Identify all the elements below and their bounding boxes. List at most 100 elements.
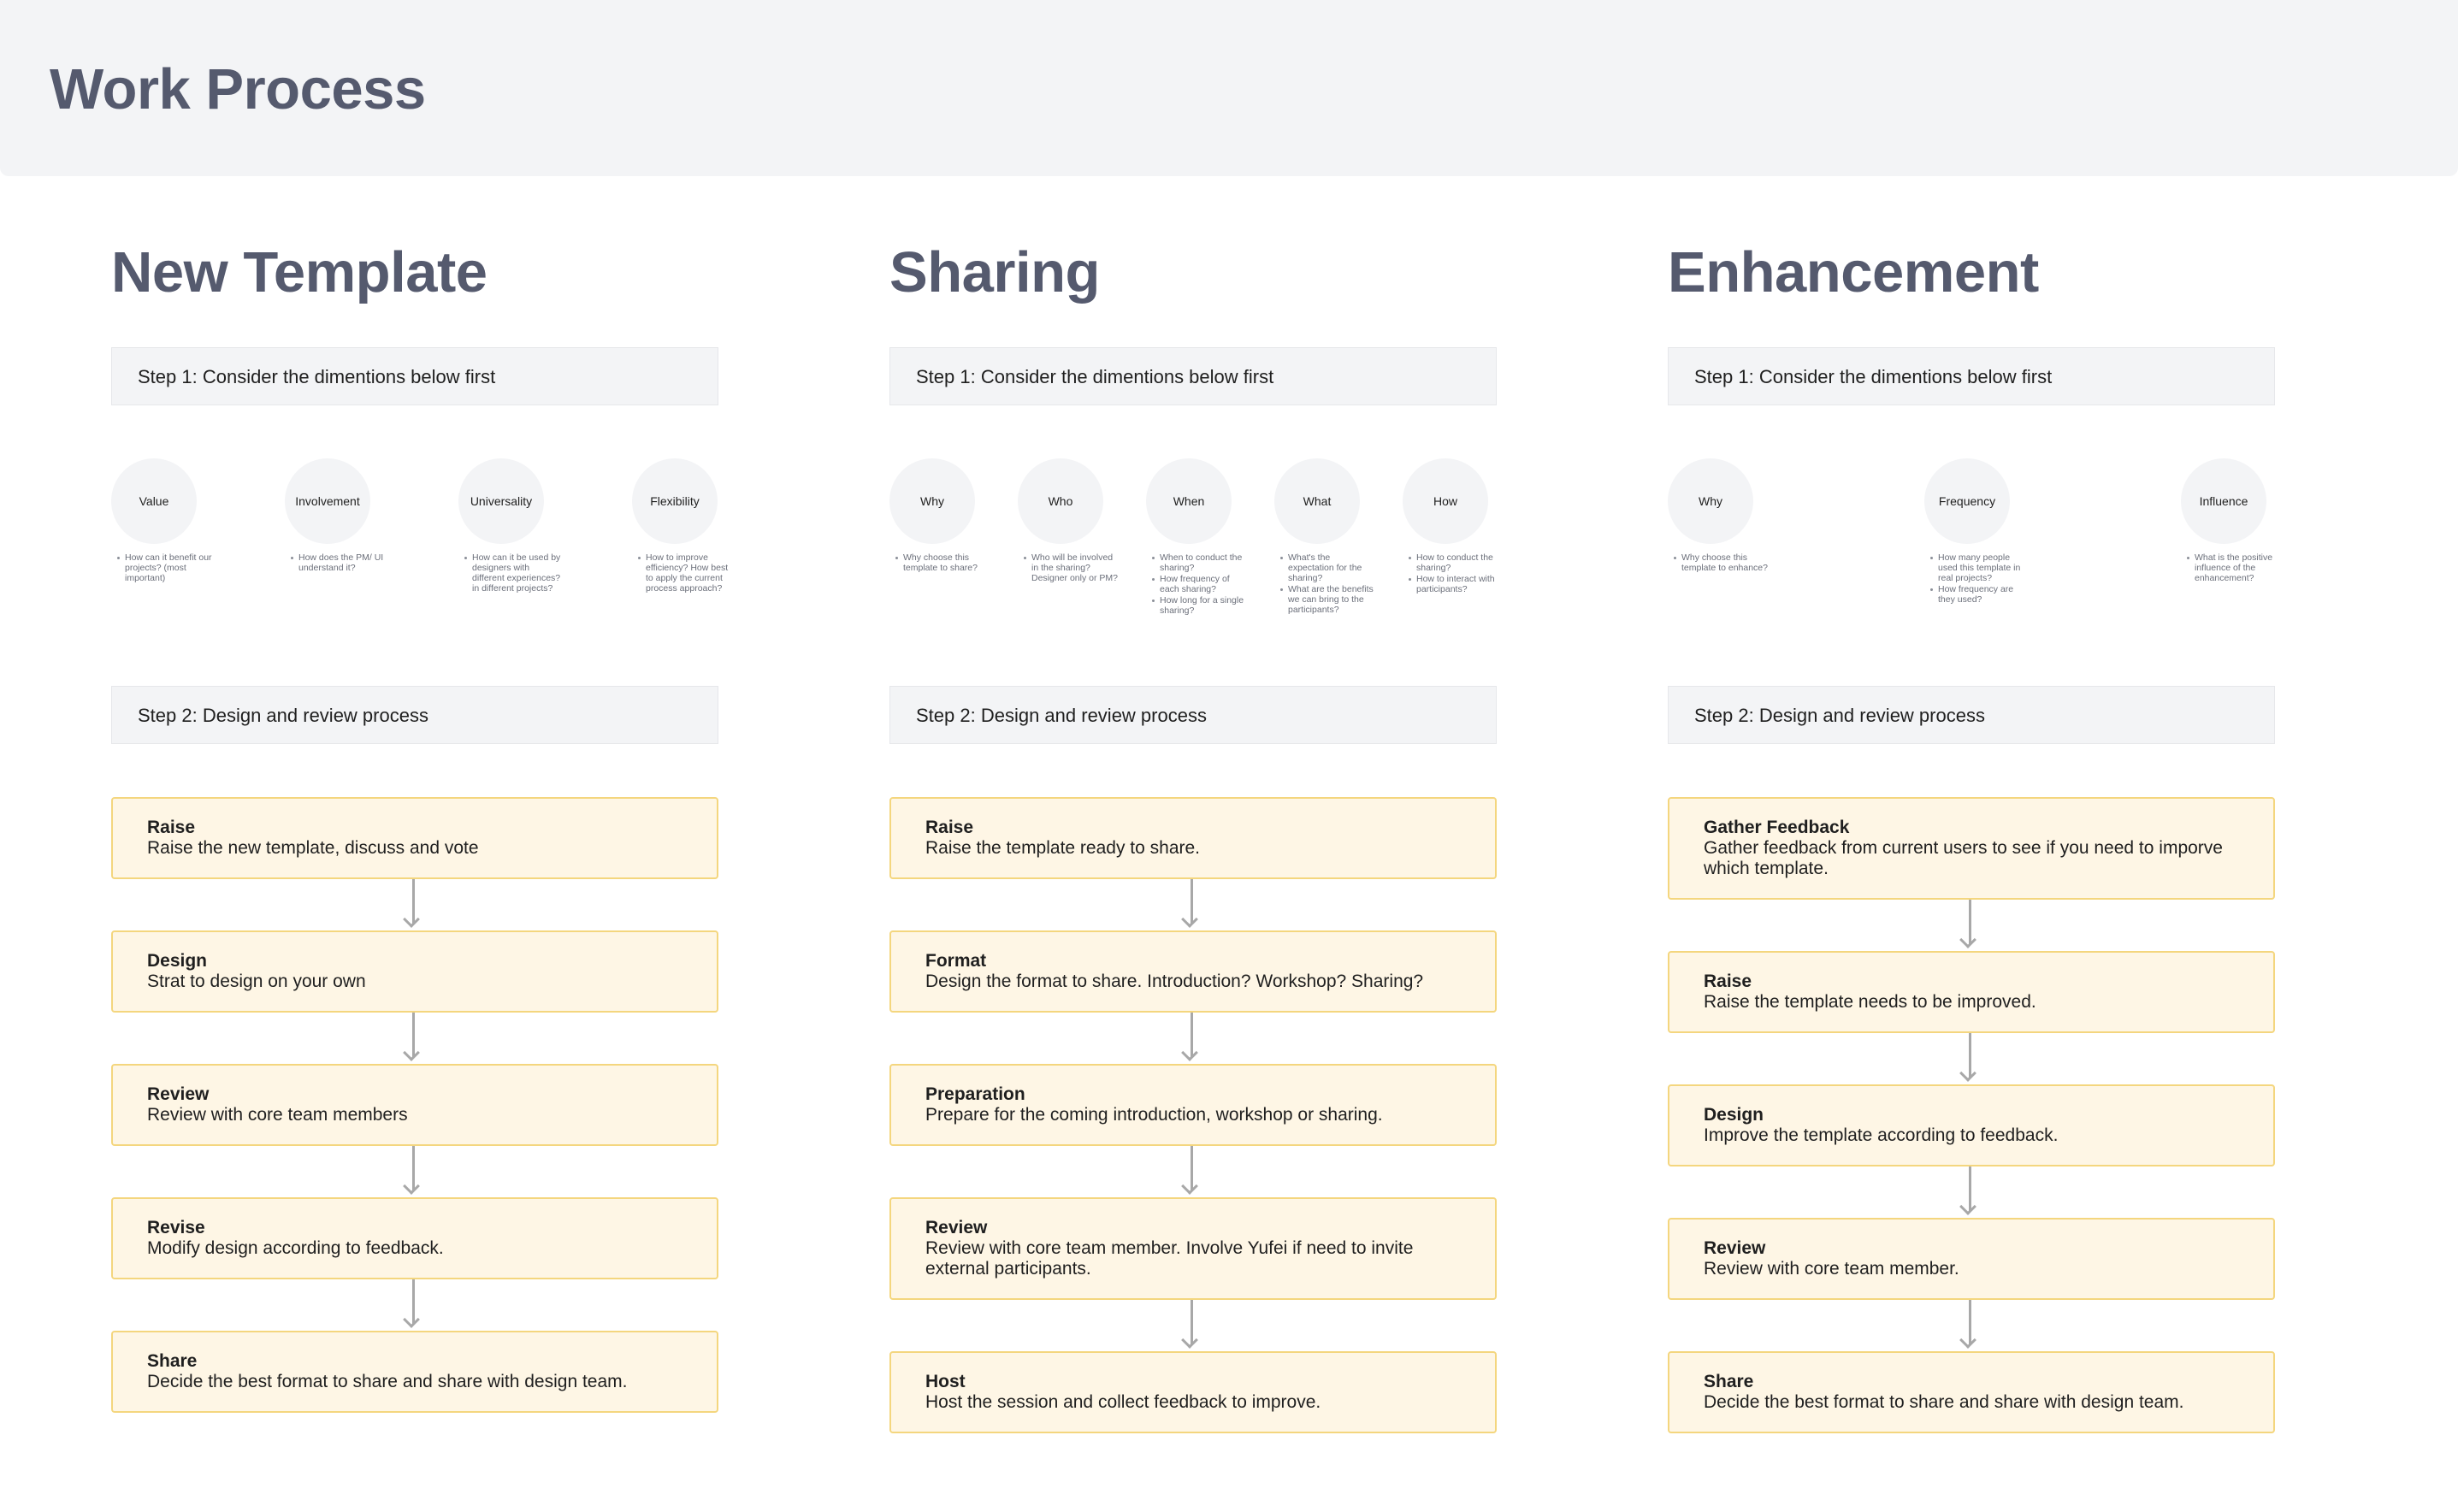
process-card-desc: Design the format to share. Introduction… [925, 972, 1424, 991]
arrow-down-icon [889, 879, 1497, 930]
dimension-bullet: What is the positive influence of the en… [2187, 552, 2284, 583]
process-card-title: Review [1704, 1238, 1766, 1258]
process-card[interactable]: Review Review with core team members [111, 1064, 718, 1146]
dimension-circle: Why [889, 458, 975, 544]
dimension-bullet: How to improve efficiency? How best to a… [638, 552, 735, 594]
dimension-bullet: How long for a single sharing? [1152, 595, 1249, 616]
arrow-down-icon [111, 1146, 718, 1197]
process-card[interactable]: Review Review with core team member. [1668, 1218, 2275, 1300]
page-title: Work Process [50, 57, 426, 121]
process-card-desc: Review with core team members [147, 1105, 408, 1125]
process-card-title: Host [925, 1372, 966, 1391]
process-card[interactable]: Share Decide the best format to share an… [111, 1331, 718, 1413]
dimension-item: Flexibility How to improve efficiency? H… [632, 458, 735, 594]
column-title: Enhancement [1668, 240, 2039, 304]
dimension-bullet: Why choose this template to enhance? [1674, 552, 1770, 573]
process-card[interactable]: Preparation Prepare for the coming intro… [889, 1064, 1497, 1146]
dimension-bullets: What's the expectation for the sharing? … [1274, 552, 1377, 615]
dimension-bullet: How to interact with participants? [1409, 574, 1505, 594]
dimension-circle: Why [1668, 458, 1753, 544]
dimensions-row: Value How can it benefit our projects? (… [111, 458, 728, 629]
dimension-item: Why Why choose this template to enhance? [1668, 458, 1770, 574]
dimension-item: How How to conduct the sharing? How to i… [1403, 458, 1505, 595]
dimension-circle: Frequency [1924, 458, 2010, 544]
process-card-desc: Gather feedback from current users to se… [1704, 838, 2223, 878]
process-card-title: Review [147, 1084, 210, 1104]
dimension-circle: How [1403, 458, 1488, 544]
page-header: Work Process [0, 0, 2458, 176]
dimension-bullet: When to conduct the sharing? [1152, 552, 1249, 573]
dimension-item: What What's the expectation for the shar… [1274, 458, 1377, 616]
arrow-down-icon [889, 1013, 1497, 1064]
process-card[interactable]: Gather Feedback Gather feedback from cur… [1668, 797, 2275, 900]
step2-header: Step 2: Design and review process [1668, 686, 2275, 744]
arrow-down-icon [111, 1013, 718, 1064]
process-card-title: Design [1704, 1105, 1764, 1125]
dimension-bullet: What's the expectation for the sharing? [1280, 552, 1377, 583]
column-title: Sharing [889, 240, 1100, 304]
dimension-circle: Flexibility [632, 458, 718, 544]
step1-header: Step 1: Consider the dimentions below fi… [111, 347, 718, 405]
process-card[interactable]: Share Decide the best format to share an… [1668, 1351, 2275, 1433]
dimension-circle: Who [1018, 458, 1103, 544]
dimensions-row: Why Why choose this template to enhance?… [1668, 458, 2275, 629]
process-card-title: Preparation [925, 1084, 1025, 1104]
dimension-bullet: How frequency of each sharing? [1152, 574, 1249, 594]
process-card[interactable]: Raise Raise the template needs to be imp… [1668, 951, 2275, 1033]
process-card-title: Design [147, 951, 208, 971]
dimension-circle: Value [111, 458, 197, 544]
process-card[interactable]: Review Review with core team member. Inv… [889, 1197, 1497, 1300]
process-card[interactable]: Raise Raise the new template, discuss an… [111, 797, 718, 879]
dimension-bullets: Why choose this template to enhance? [1668, 552, 1770, 573]
arrow-down-icon [1668, 1033, 2275, 1084]
dimension-item: Universality How can it be used by desig… [458, 458, 561, 594]
dimension-bullets: How to improve efficiency? How best to a… [632, 552, 735, 594]
process-card[interactable]: Raise Raise the template ready to share. [889, 797, 1497, 879]
dimension-bullets: Why choose this template to share? [889, 552, 992, 573]
process-card-title: Format [925, 951, 987, 971]
step1-header: Step 1: Consider the dimentions below fi… [889, 347, 1497, 405]
dimension-bullet: How to conduct the sharing? [1409, 552, 1505, 573]
process-card[interactable]: Design Strat to design on your own [111, 930, 718, 1013]
arrow-down-icon [889, 1146, 1497, 1197]
dimension-circle: What [1274, 458, 1360, 544]
process-card[interactable]: Design Improve the template according to… [1668, 1084, 2275, 1166]
dimension-bullets: Who will be involved in the sharing? Des… [1018, 552, 1120, 583]
process-card-title: Raise [147, 818, 196, 837]
process-card[interactable]: Host Host the session and collect feedba… [889, 1351, 1497, 1433]
process-card-desc: Prepare for the coming introduction, wor… [925, 1105, 1383, 1125]
column-enhancement: Enhancement Step 1: Consider the dimenti… [1668, 231, 2284, 1433]
dimension-item: Frequency How many people used this temp… [1924, 458, 2027, 605]
dimension-bullet: Why choose this template to share? [895, 552, 992, 573]
dimension-bullets: How can it benefit our projects? (most i… [111, 552, 214, 583]
process-card-title: Revise [147, 1218, 205, 1237]
process-card-title: Raise [925, 818, 974, 837]
dimension-bullets: How many people used this template in re… [1924, 552, 2027, 605]
dimension-circle: Universality [458, 458, 544, 544]
dimension-bullet: What are the benefits we can bring to th… [1280, 584, 1377, 615]
process-card-desc: Review with core team member. [1704, 1259, 1959, 1279]
dimension-bullet: How can it benefit our projects? (most i… [117, 552, 214, 583]
process-card[interactable]: Revise Modify design according to feedba… [111, 1197, 718, 1279]
process-card-desc: Decide the best format to share and shar… [147, 1372, 628, 1391]
process-card-desc: Improve the template according to feedba… [1704, 1125, 2059, 1145]
process-card-title: Review [925, 1218, 988, 1237]
process-card-desc: Decide the best format to share and shar… [1704, 1392, 2184, 1412]
process-card-desc: Raise the new template, discuss and vote [147, 838, 479, 858]
dimension-bullet: How does the PM/ UI understand it? [291, 552, 387, 573]
dimension-circle: When [1146, 458, 1232, 544]
dimension-bullet: Who will be involved in the sharing? Des… [1024, 552, 1120, 583]
arrow-down-icon [1668, 1300, 2275, 1351]
dimension-item: Involvement How does the PM/ UI understa… [285, 458, 387, 574]
dimension-item: Why Why choose this template to share? [889, 458, 992, 574]
arrow-down-icon [111, 879, 718, 930]
process-card-desc: Raise the template ready to share. [925, 838, 1201, 858]
dimension-circle: Influence [2181, 458, 2266, 544]
process-card-desc: Review with core team member. Involve Yu… [925, 1238, 1414, 1279]
dimension-bullet: How many people used this template in re… [1930, 552, 2027, 583]
process-card-title: Share [1704, 1372, 1754, 1391]
dimension-circle: Involvement [285, 458, 370, 544]
dimension-bullets: What is the positive influence of the en… [2181, 552, 2284, 583]
process-card[interactable]: Format Design the format to share. Intro… [889, 930, 1497, 1013]
dimension-bullets: How can it be used by designers with dif… [458, 552, 561, 594]
